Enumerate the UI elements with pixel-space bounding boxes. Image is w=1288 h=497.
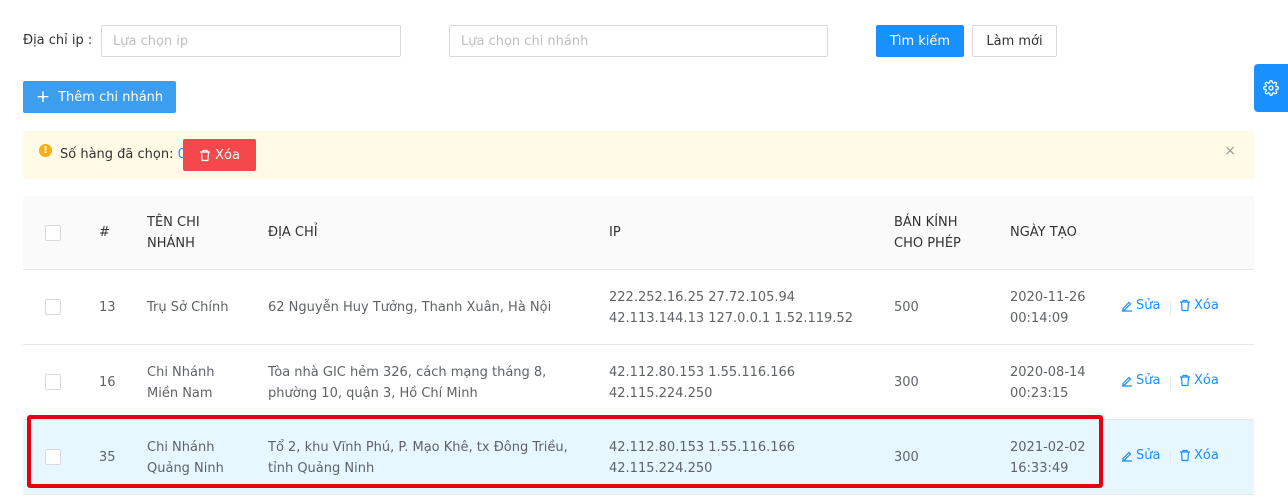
row-created-time: 00:23:15 bbox=[1010, 386, 1069, 401]
row-ip-line1: 42.112.80.153 1.55.116.166 bbox=[609, 365, 796, 380]
row-branch-name: Trụ Sở Chính bbox=[147, 300, 229, 315]
edit-label: Sửa bbox=[1136, 373, 1161, 388]
ip-select-input[interactable] bbox=[101, 25, 401, 57]
row-index: 13 bbox=[99, 300, 116, 315]
reset-button[interactable]: Làm mới bbox=[972, 25, 1057, 57]
edit-button[interactable]: Sửa bbox=[1121, 373, 1160, 388]
delete-label: Xóa bbox=[1194, 373, 1219, 388]
row-index: 35 bbox=[99, 450, 116, 465]
row-checkbox[interactable] bbox=[45, 449, 61, 465]
header-created-date: NGÀY TẠO bbox=[1010, 225, 1077, 240]
edit-label: Sửa bbox=[1136, 448, 1161, 463]
row-radius: 300 bbox=[894, 450, 919, 465]
selection-alert: ! Số hàng đã chọn: 0 Xóa × bbox=[23, 131, 1254, 179]
row-branch-name-line2: Quảng Ninh bbox=[147, 461, 224, 476]
ip-filter-label: Địa chỉ ip : bbox=[23, 33, 93, 48]
trash-icon bbox=[1180, 299, 1190, 312]
row-branch-name-line1: Chi Nhánh bbox=[147, 440, 215, 455]
row-created-time: 00:14:09 bbox=[1010, 311, 1069, 326]
trash-icon bbox=[200, 149, 211, 161]
row-ip-line2: 42.115.224.250 bbox=[609, 461, 713, 476]
row-created-date: 2020-08-14 bbox=[1010, 365, 1086, 380]
row-branch-name-line1: Chi Nhánh bbox=[147, 365, 215, 380]
action-divider bbox=[1170, 376, 1171, 390]
header-index: # bbox=[99, 225, 110, 240]
trash-icon bbox=[1180, 449, 1190, 462]
selected-rows-text: Số hàng đã chọn: 0 bbox=[60, 147, 186, 162]
search-button-label: Tìm kiếm bbox=[889, 33, 951, 49]
close-icon[interactable]: × bbox=[1224, 143, 1236, 159]
delete-label: Xóa bbox=[1194, 448, 1219, 463]
warning-icon: ! bbox=[39, 144, 52, 157]
row-address-line2: tỉnh Quảng Ninh bbox=[268, 461, 375, 476]
selected-rows-label: Số hàng đã chọn: bbox=[60, 147, 174, 162]
row-created-time: 16:33:49 bbox=[1010, 461, 1069, 476]
settings-drawer-tab[interactable] bbox=[1254, 64, 1288, 112]
delete-button[interactable]: Xóa bbox=[1179, 298, 1219, 313]
row-address-line2: phường 10, quận 3, Hồ Chí Minh bbox=[268, 386, 478, 401]
add-branch-label: Thêm chi nhánh bbox=[58, 89, 164, 105]
edit-label: Sửa bbox=[1136, 298, 1161, 313]
edit-icon bbox=[1122, 451, 1132, 462]
row-created-date: 2020-11-26 bbox=[1010, 290, 1086, 305]
add-branch-button[interactable]: + Thêm chi nhánh bbox=[23, 81, 176, 113]
bulk-delete-label: Xóa bbox=[215, 147, 240, 163]
edit-button[interactable]: Sửa bbox=[1121, 448, 1160, 463]
table-row: 35 Chi Nhánh Quảng Ninh Tổ 2, khu Vĩnh P… bbox=[23, 420, 1254, 495]
header-branch-name: TÊN CHI NHÁNH bbox=[147, 215, 200, 251]
bulk-delete-button[interactable]: Xóa bbox=[183, 139, 256, 171]
table-header: # TÊN CHI NHÁNH ĐỊA CHỈ IP BÁN KÍNH CHO … bbox=[23, 196, 1254, 270]
plus-icon: + bbox=[35, 86, 51, 107]
header-allowed-radius: BÁN KÍNH CHO PHÉP bbox=[894, 215, 961, 251]
table-row: 16 Chi Nhánh Miền Nam Tòa nhà GIC hẻm 32… bbox=[23, 345, 1254, 420]
row-ip-line1: 222.252.16.25 27.72.105.94 bbox=[609, 290, 796, 305]
edit-button[interactable]: Sửa bbox=[1121, 298, 1160, 313]
search-button[interactable]: Tìm kiếm bbox=[876, 25, 964, 57]
row-ip-line2: 42.115.224.250 bbox=[609, 386, 713, 401]
row-ip-line2: 42.113.144.13 127.0.0.1 1.52.119.52 bbox=[609, 311, 853, 326]
action-divider bbox=[1170, 301, 1171, 315]
row-checkbox[interactable] bbox=[45, 299, 61, 315]
row-address-line1: Tòa nhà GIC hẻm 326, cách mạng tháng 8, bbox=[268, 365, 547, 380]
edit-icon bbox=[1122, 301, 1132, 312]
header-ip: IP bbox=[609, 225, 621, 240]
row-ip-line1: 42.112.80.153 1.55.116.166 bbox=[609, 440, 796, 455]
delete-label: Xóa bbox=[1194, 298, 1219, 313]
table-row: 13 Trụ Sở Chính 62 Nguyễn Huy Tưởng, Tha… bbox=[23, 270, 1254, 345]
select-all-checkbox[interactable] bbox=[45, 225, 61, 241]
row-created-date: 2021-02-02 bbox=[1010, 440, 1086, 455]
row-address: 62 Nguyễn Huy Tưởng, Thanh Xuân, Hà Nội bbox=[268, 300, 552, 315]
row-radius: 500 bbox=[894, 300, 919, 315]
reset-button-label: Làm mới bbox=[986, 33, 1043, 49]
trash-icon bbox=[1180, 374, 1190, 387]
delete-button[interactable]: Xóa bbox=[1179, 373, 1219, 388]
action-divider bbox=[1170, 451, 1171, 465]
row-address-line1: Tổ 2, khu Vĩnh Phú, P. Mạo Khê, tx Đông … bbox=[268, 440, 568, 455]
row-index: 16 bbox=[99, 375, 116, 390]
row-branch-name-line2: Miền Nam bbox=[147, 386, 213, 401]
row-radius: 300 bbox=[894, 375, 919, 390]
row-checkbox[interactable] bbox=[45, 374, 61, 390]
header-address: ĐỊA CHỈ bbox=[268, 225, 318, 240]
edit-icon bbox=[1122, 376, 1132, 387]
delete-button[interactable]: Xóa bbox=[1179, 448, 1219, 463]
gear-icon bbox=[1263, 80, 1279, 96]
branch-select-input[interactable] bbox=[449, 25, 828, 57]
